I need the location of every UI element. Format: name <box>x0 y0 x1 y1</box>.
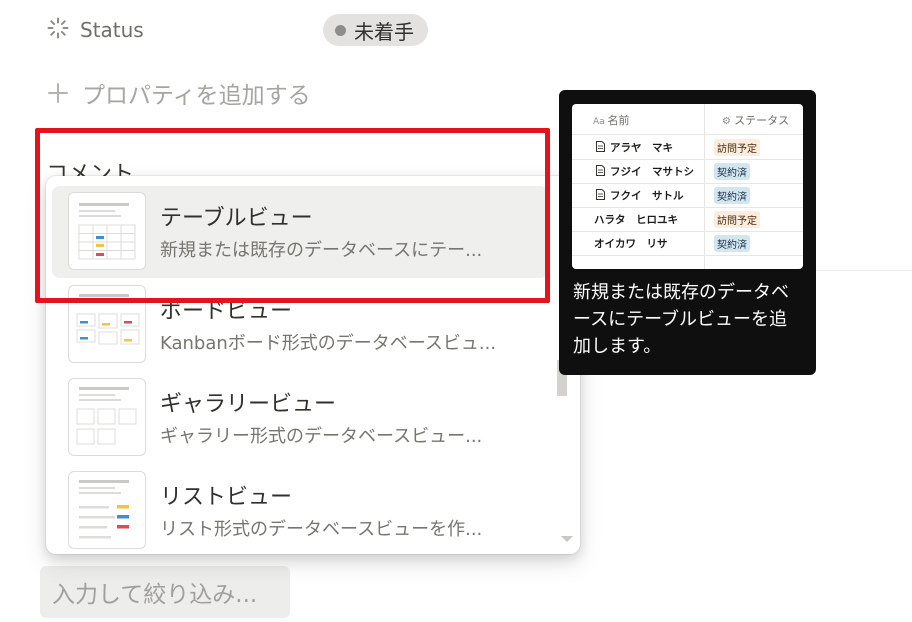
preview-row: アラヤ マキ 訪問予定 <box>572 135 803 160</box>
plus-icon <box>48 83 68 103</box>
preview-name: オイカワ リサ <box>594 238 668 250</box>
gallery-view-thumbnail-icon <box>68 378 146 456</box>
page-icon <box>596 165 605 176</box>
page-icon <box>596 189 605 200</box>
status-property-label: Status <box>80 18 144 42</box>
preview-row: ハラタ ヒロユキ 訪問予定 <box>572 207 803 232</box>
page-icon <box>596 141 605 152</box>
preview-status-header: ⚙ ステータス <box>722 114 790 127</box>
preview-status-tag: 契約済 <box>714 187 750 204</box>
preview-name: フジイ マサトシ <box>610 166 694 178</box>
menu-item-description: リスト形式のデータベースビューを作... <box>160 519 483 540</box>
preview-row: フジイ マサトシ 契約済 <box>572 159 803 184</box>
preview-status-tag: 訪問予定 <box>714 139 760 156</box>
status-property-icon: ⚙ <box>722 116 735 127</box>
preview-status-tag: 訪問予定 <box>714 211 760 228</box>
preview-name: ハラタ ヒロユキ <box>594 214 678 226</box>
menu-item-description: ギャラリー形式のデータベースビュー... <box>160 426 483 447</box>
preview-status-tag: 契約済 <box>714 235 750 252</box>
add-property-button[interactable]: プロパティを追加する <box>46 76 311 110</box>
menu-item-gallery-view[interactable]: ギャラリービュー ギャラリー形式のデータベースビュー... <box>52 372 548 464</box>
table-preview: Aa 名前 ⚙ ステータス アラヤ マキ 訪問予定 フジイ マサトシ 契約済 フ… <box>572 104 803 269</box>
view-preview-tooltip: Aa 名前 ⚙ ステータス アラヤ マキ 訪問予定 フジイ マサトシ 契約済 フ… <box>559 90 816 375</box>
status-dot-icon <box>335 24 346 36</box>
preview-status-tag: 契約済 <box>714 163 750 180</box>
preview-header-row: Aa 名前 ⚙ ステータス <box>572 104 803 135</box>
text-property-icon: Aa <box>593 117 608 127</box>
add-property-label: プロパティを追加する <box>82 83 311 109</box>
preview-name-header: Aa 名前 <box>593 114 630 127</box>
divider <box>816 270 912 271</box>
status-property-row: Status 未着手 <box>46 14 466 46</box>
menu-item-description: Kanbanボード形式のデータベースビュ... <box>160 333 497 354</box>
highlight-box <box>35 128 550 303</box>
preview-row: オイカワ リサ 契約済 <box>572 231 803 256</box>
status-badge[interactable]: 未着手 <box>323 14 428 46</box>
menu-item-title: ギャラリービュー <box>160 392 337 417</box>
status-loading-icon <box>47 17 69 39</box>
list-view-thumbnail-icon <box>68 471 146 549</box>
filter-placeholder: 入力して絞り込み... <box>52 582 258 608</box>
preview-name: アラヤ マキ <box>610 142 673 154</box>
filter-search-input[interactable]: 入力して絞り込み... <box>40 566 290 618</box>
menu-item-list-view[interactable]: リストビュー リスト形式のデータベースビューを作... <box>52 465 548 554</box>
menu-item-title: リストビュー <box>160 485 293 510</box>
status-value: 未着手 <box>354 19 414 44</box>
tooltip-description: 新規または既存のデータベースにテーブルビューを追加します。 <box>573 282 789 357</box>
preview-row: フクイ サトル 契約済 <box>572 183 803 208</box>
preview-name: フクイ サトル <box>610 190 684 202</box>
scroll-down-arrow-icon[interactable] <box>561 536 573 542</box>
